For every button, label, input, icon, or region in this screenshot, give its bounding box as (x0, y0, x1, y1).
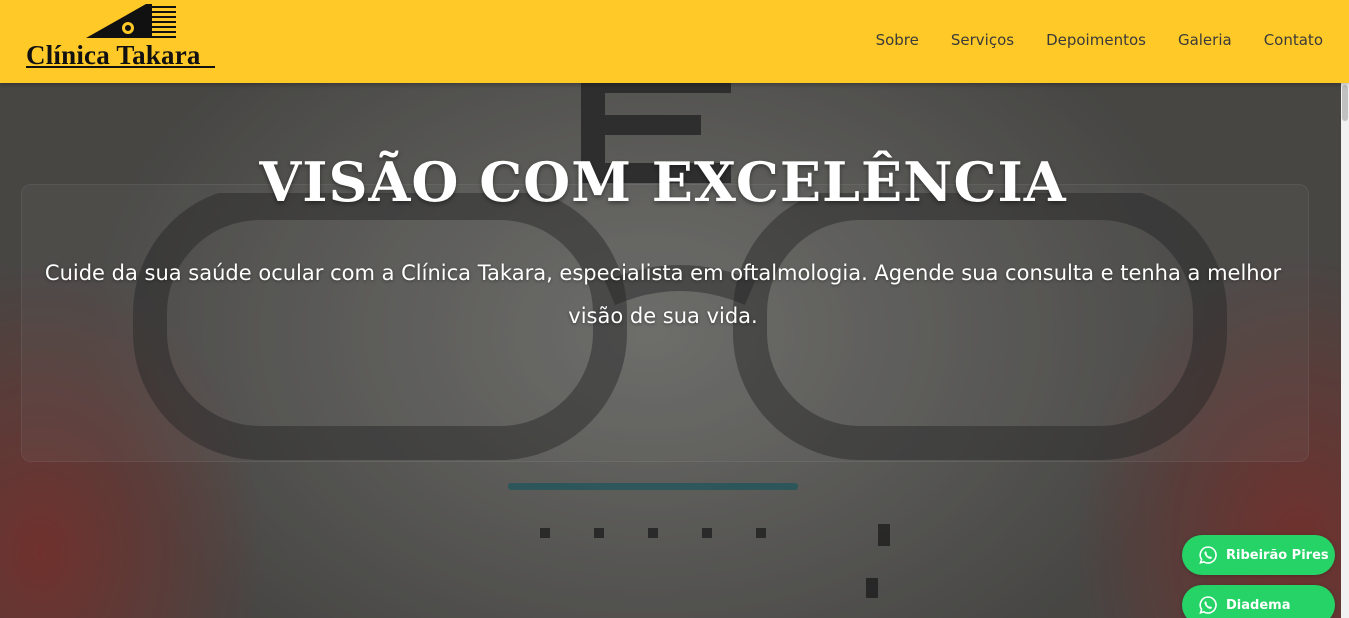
scrollbar-thumb[interactable] (1342, 85, 1348, 121)
logo-link[interactable]: Clínica Takara (26, 4, 218, 70)
nav-sobre[interactable]: Sobre (876, 31, 919, 49)
hero-subtitle: Cuide da sua saúde ocular com a Clínica … (44, 261, 1282, 328)
whatsapp-icon (1199, 596, 1217, 615)
page-scrollbar[interactable] (1341, 83, 1349, 618)
nav-depoimentos[interactable]: Depoimentos (1046, 31, 1146, 49)
site-header: Clínica Takara Sobre Serviços Depoimento… (0, 0, 1349, 83)
whatsapp-button-label: Ribeirão Pires (1226, 547, 1329, 563)
clinic-logo-icon (86, 4, 176, 38)
whatsapp-diadema-button[interactable]: Diadema (1182, 585, 1335, 618)
nav-contato[interactable]: Contato (1264, 31, 1323, 49)
logo-underline (26, 66, 215, 68)
hero-title: VISÃO COM EXCELÊNCIA (259, 150, 1067, 214)
whatsapp-ribeirao-pires-button[interactable]: Ribeirão Pires (1182, 535, 1335, 575)
nav-servicos[interactable]: Serviços (951, 31, 1014, 49)
whatsapp-icon (1199, 546, 1217, 565)
whatsapp-button-label: Diadema (1226, 597, 1291, 613)
main-nav: Sobre Serviços Depoimentos Galeria Conta… (876, 31, 1323, 49)
nav-galeria[interactable]: Galeria (1178, 31, 1232, 49)
